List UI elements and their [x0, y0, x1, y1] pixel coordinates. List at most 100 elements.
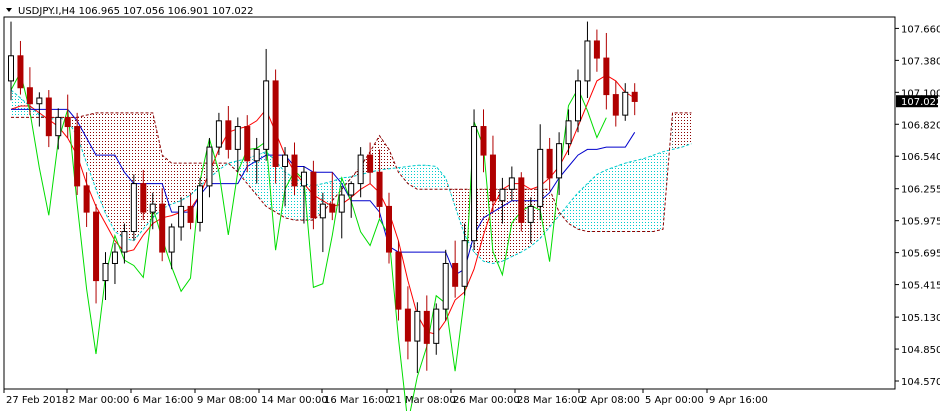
candle-bearish — [546, 148, 553, 179]
kumo-segment-bearish — [455, 189, 465, 235]
price-tick-label: 106.540 — [901, 152, 940, 163]
time-tick-label: 21 Mar 08:00 — [389, 395, 456, 406]
kumo-segment-bearish — [681, 112, 692, 148]
kumo-segment-bullish — [436, 166, 446, 190]
price-tick-label: 104.570 — [901, 377, 940, 388]
kumo-segment-bullish — [587, 174, 597, 232]
candle-bullish — [575, 80, 581, 122]
time-tick-label: 26 Mar 00:00 — [453, 395, 520, 406]
candle-bullish — [537, 148, 544, 207]
price-axis: 107.660107.380107.100106.820106.540106.2… — [895, 24, 940, 388]
kumo-segment-bearish — [152, 112, 163, 218]
candle-bearish — [489, 154, 496, 202]
price-tick-label: 105.975 — [901, 217, 940, 228]
kumo-segment-bearish — [181, 163, 191, 201]
candle-bearish — [423, 310, 430, 344]
candle-bullish — [130, 183, 137, 233]
candle-bullish — [565, 120, 572, 145]
price-tick-label: 105.695 — [901, 249, 940, 260]
candle-bullish — [253, 148, 260, 162]
price-tick-label: 105.130 — [901, 313, 940, 324]
candle-bullish — [319, 203, 326, 219]
kumo-segment-bullish — [653, 151, 664, 232]
candle-bullish — [584, 40, 591, 82]
candle-bearish — [244, 126, 251, 162]
time-tick-label: 2 Mar 00:00 — [69, 395, 129, 406]
candle-bullish — [121, 231, 128, 253]
candle-bullish — [55, 116, 62, 137]
candle-bearish — [480, 126, 487, 156]
time-tick-label: 6 Mar 16:00 — [133, 395, 193, 406]
candle-bullish — [471, 126, 478, 242]
kumo-segment-bearish — [105, 112, 115, 232]
kumo-segment-bearish — [379, 135, 389, 170]
price-tick-label: 106.255 — [901, 185, 940, 196]
candle-bullish — [234, 126, 241, 150]
candle-bullish — [461, 240, 468, 287]
kumo-segment-bullish — [644, 155, 654, 232]
candle-bearish — [603, 57, 610, 96]
time-axis: 27 Feb 2018 2 Mar 00:00 6 Mar 16:00 9 Mar 0… — [3, 389, 768, 406]
candle-bullish — [527, 205, 534, 223]
kumo-segment-bearish — [86, 112, 97, 190]
time-tick-label: 5 Apr 00:00 — [645, 395, 704, 406]
candle-bearish — [26, 87, 33, 105]
candle-bearish — [159, 203, 166, 253]
candle-bullish — [102, 262, 109, 282]
candle-bearish — [612, 94, 619, 116]
candle-bearish — [376, 171, 383, 207]
kumo-segment-bearish — [445, 177, 456, 207]
chart-canvas[interactable]: 107.660107.380107.100106.820106.540106.2… — [0, 0, 940, 411]
candle-bullish — [149, 203, 156, 213]
candle-bearish — [140, 183, 147, 213]
candle-bearish — [452, 262, 459, 287]
candle-bearish — [17, 55, 24, 89]
candle-bullish — [178, 205, 185, 228]
candle-bearish — [187, 205, 194, 223]
candle-bearish — [225, 120, 232, 150]
kumo-segment-bullish — [237, 158, 248, 184]
candle-bullish — [357, 154, 364, 185]
time-tick-label: 27 Feb 2018 — [6, 395, 68, 406]
candle-bullish — [622, 91, 629, 116]
symbol-title: USDJPY.I,H4 106.965 107.056 106.901 107.… — [18, 6, 254, 17]
price-tick-label: 107.660 — [901, 24, 940, 35]
kumo-segment-bullish — [275, 160, 286, 218]
price-tick-label: 104.850 — [901, 345, 940, 356]
candle-bullish — [197, 185, 203, 223]
candle-bearish — [386, 205, 392, 253]
price-tick-label: 106.820 — [901, 120, 940, 131]
candle-bearish — [310, 171, 317, 219]
candle-bearish — [64, 116, 71, 128]
candle-bullish — [414, 310, 421, 342]
candle-bearish — [329, 203, 336, 213]
candle-bearish — [74, 126, 81, 187]
time-tick-label: 2 Apr 08:00 — [581, 395, 640, 406]
price-tick-label: 105.415 — [901, 281, 940, 292]
kumo-segment-bullish — [634, 158, 645, 232]
candle-bullish — [215, 120, 222, 148]
time-tick-label: 14 Mar 00:00 — [261, 395, 328, 406]
kumo-segment-bullish — [596, 169, 607, 232]
candle-bearish — [367, 154, 374, 173]
candle-bearish — [404, 308, 411, 342]
candle-bullish — [556, 143, 563, 179]
candle-bearish — [291, 154, 298, 187]
triangle-down-icon[interactable] — [6, 8, 12, 12]
time-tick-label: 9 Apr 16:00 — [709, 395, 768, 406]
candle-bullish — [8, 55, 14, 82]
candle-bearish — [93, 211, 100, 282]
candle-bullish — [508, 177, 515, 190]
candle-bullish — [111, 251, 118, 264]
candle-bullish — [433, 308, 440, 344]
kumo-segment-bearish — [162, 155, 172, 209]
candle-bearish — [395, 251, 402, 310]
kumo-segment-bullish — [407, 165, 418, 190]
kumo-segment-bullish — [615, 163, 626, 232]
candle-bullish — [36, 97, 43, 105]
candle-bearish — [631, 91, 638, 102]
kumo-segment-bullish — [606, 166, 616, 232]
kumo-segment-bearish — [672, 112, 682, 150]
kumo-segment-bullish — [625, 160, 635, 232]
candle-bullish — [499, 188, 506, 202]
